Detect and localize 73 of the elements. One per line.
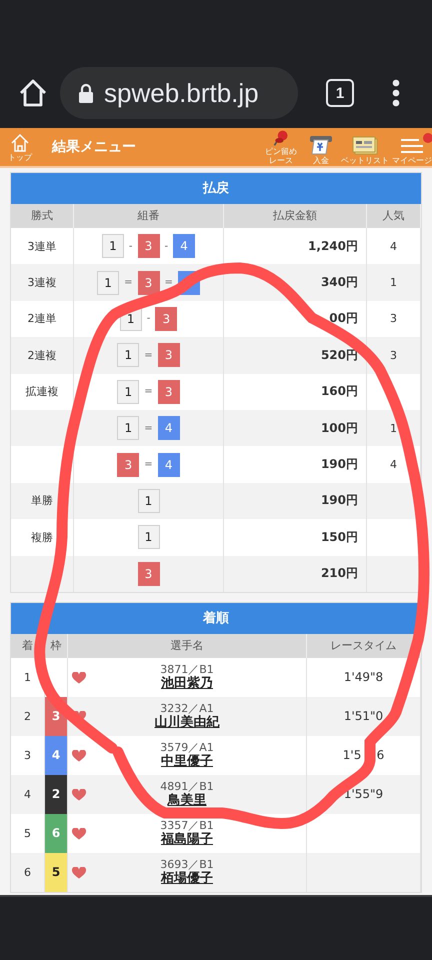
separator: - [128, 240, 132, 252]
heart-icon[interactable] [72, 828, 86, 840]
racer-name-link[interactable]: 鳥美里 [168, 794, 206, 808]
menu-icon[interactable] [392, 79, 400, 107]
bet-type-cell: 2連複 [11, 337, 74, 374]
column-header: 選手名 [68, 634, 307, 658]
url-bar[interactable]: spweb.brtb.jp [60, 67, 298, 119]
home-icon[interactable] [18, 78, 48, 108]
boat-number: 1 [102, 234, 124, 258]
column-header: 払戻金額 [224, 204, 367, 228]
lock-icon [78, 83, 94, 103]
popularity-cell: 1 [367, 264, 421, 301]
boat-number: 3 [158, 380, 180, 404]
separator: = [124, 277, 132, 288]
racer-id: 3693／B1 [160, 858, 214, 872]
bet-type-cell: 3連複 [11, 264, 74, 301]
separator: = [144, 422, 153, 434]
racer-id: 4891／B1 [160, 780, 214, 794]
boat-number: 1 [138, 525, 160, 550]
column-header: 組番 [74, 204, 224, 228]
racer-id: 3357／B1 [160, 819, 214, 832]
amount-cell: 210円 [224, 556, 367, 592]
frame-number: 2 [45, 774, 68, 814]
heart-icon[interactable] [72, 750, 86, 762]
boat-number: 1 [117, 416, 140, 440]
boat-number: 3 [138, 234, 160, 258]
racer-name-link[interactable]: 池田紫乃 [161, 677, 213, 692]
boat-number: 4 [158, 416, 180, 440]
frame-number: 4 [45, 736, 68, 775]
amount-cell: 100円 [224, 410, 367, 446]
atm-card-icon [309, 134, 333, 156]
boat-number: 3 [155, 306, 178, 331]
frame-number: 6 [45, 814, 68, 853]
page-title: 結果メニュー [52, 138, 137, 156]
separator: - [146, 313, 150, 324]
column-header: 枠 [45, 634, 68, 658]
section-title: 払戻 [11, 173, 421, 204]
boat-number: 3 [138, 270, 160, 295]
separator: = [144, 350, 153, 361]
boat-number: 4 [173, 234, 196, 258]
separator: - [164, 240, 168, 252]
url-text: spweb.brtb.jp [104, 78, 259, 108]
racer-id: 3871／B1 [160, 663, 214, 676]
boat-number: 1 [97, 270, 120, 295]
racer-name-link[interactable]: 栢場優子 [161, 872, 213, 886]
rank-cell: 6 [11, 852, 45, 892]
boat-number: 3 [138, 562, 160, 586]
ticket-icon [352, 136, 378, 156]
column-header: 勝式 [11, 204, 74, 228]
rank-cell: 2 [11, 696, 45, 736]
home-icon [10, 132, 30, 152]
separator: = [144, 459, 153, 470]
boat-number: 1 [138, 488, 160, 513]
racer-name-link[interactable]: 山川美由紀 [154, 716, 220, 730]
separator: = [164, 277, 173, 288]
boat-number: 4 [158, 452, 180, 477]
boat-number: 3 [158, 343, 180, 368]
racer-id: 3232／A1 [160, 702, 214, 716]
racer-id: 3579／A1 [160, 741, 214, 754]
boat-number: 3 [117, 452, 140, 477]
rank-cell: 4 [11, 774, 45, 814]
heart-icon[interactable] [72, 866, 86, 879]
column-header: 人気 [367, 204, 421, 228]
heart-icon[interactable] [72, 672, 86, 684]
boat-number: 1 [117, 380, 140, 404]
frame-number: 5 [45, 852, 68, 892]
heart-icon[interactable] [72, 788, 86, 801]
tab-count-button[interactable]: 1 [326, 79, 354, 107]
racer-name-link[interactable]: 福島陽子 [161, 833, 213, 848]
boat-number: 1 [117, 343, 140, 368]
amount-cell: 190円 [224, 482, 367, 520]
separator: = [144, 386, 153, 398]
racer-name-link[interactable]: 中里優子 [161, 755, 213, 770]
